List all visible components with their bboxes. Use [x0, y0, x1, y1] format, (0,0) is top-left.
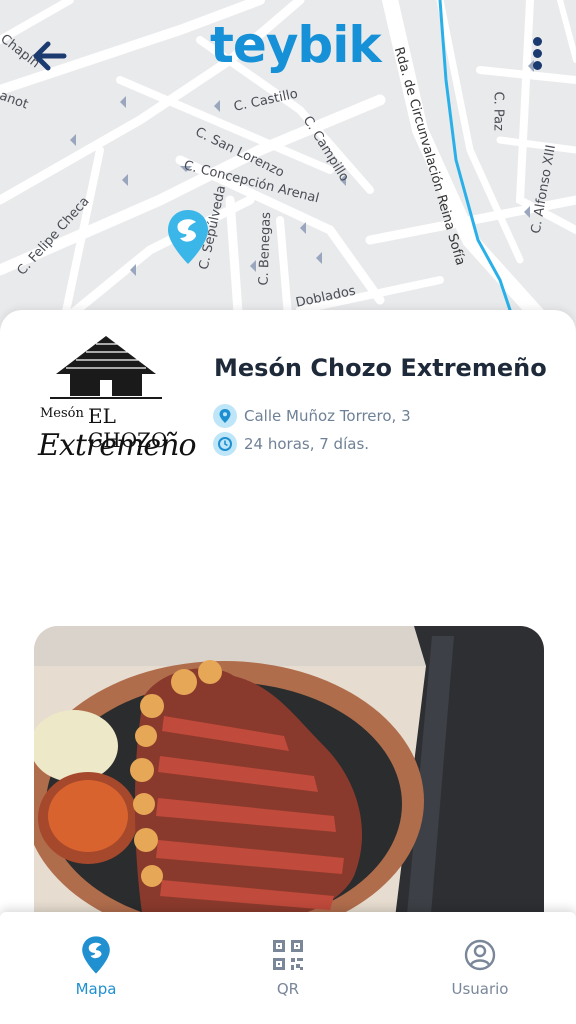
- hut-icon: [50, 336, 162, 399]
- hours-text: 24 horas, 7 días.: [244, 435, 370, 453]
- map-pin-icon: [168, 210, 208, 264]
- map-view[interactable]: Chapín anot C. Castillo C. Campillo C. S…: [0, 0, 576, 340]
- more-menu-button[interactable]: [522, 34, 552, 82]
- bottom-nav: Mapa QR Usuario: [0, 912, 576, 1024]
- back-button[interactable]: [28, 34, 72, 78]
- qr-code-icon: [270, 936, 306, 974]
- street-label: C. Paz: [490, 91, 506, 131]
- nav-label: Usuario: [451, 980, 509, 998]
- nav-label: Mapa: [75, 980, 117, 998]
- logo-text: Mesón: [40, 406, 84, 421]
- arrow-left-icon: [33, 41, 67, 71]
- more-vertical-icon: [522, 37, 552, 70]
- map-pin-icon: [78, 936, 114, 974]
- hours-row: 24 horas, 7 días.: [213, 432, 369, 456]
- location-pin-icon: [213, 404, 237, 428]
- nav-item-mapa[interactable]: Mapa: [0, 912, 192, 1024]
- restaurant-logo: Mesón EL CHOZO Extremeño: [34, 332, 197, 472]
- address-text: Calle Muñoz Torrero, 3: [244, 407, 411, 425]
- user-icon: [462, 936, 498, 974]
- place-marker[interactable]: [166, 208, 210, 266]
- nav-item-qr[interactable]: QR: [192, 912, 384, 1024]
- dish-illustration: [34, 626, 544, 926]
- nav-label: QR: [276, 980, 300, 998]
- nav-item-usuario[interactable]: Usuario: [384, 912, 576, 1024]
- place-title: Mesón Chozo Extremeño: [214, 354, 547, 382]
- street-label: C. Benegas: [256, 211, 275, 286]
- logo-text: Extremeño: [38, 428, 197, 463]
- brand-logo: teybik: [210, 16, 382, 74]
- dish-photo[interactable]: [34, 626, 544, 926]
- address-row: Calle Muñoz Torrero, 3: [213, 404, 411, 428]
- clock-icon: [213, 432, 237, 456]
